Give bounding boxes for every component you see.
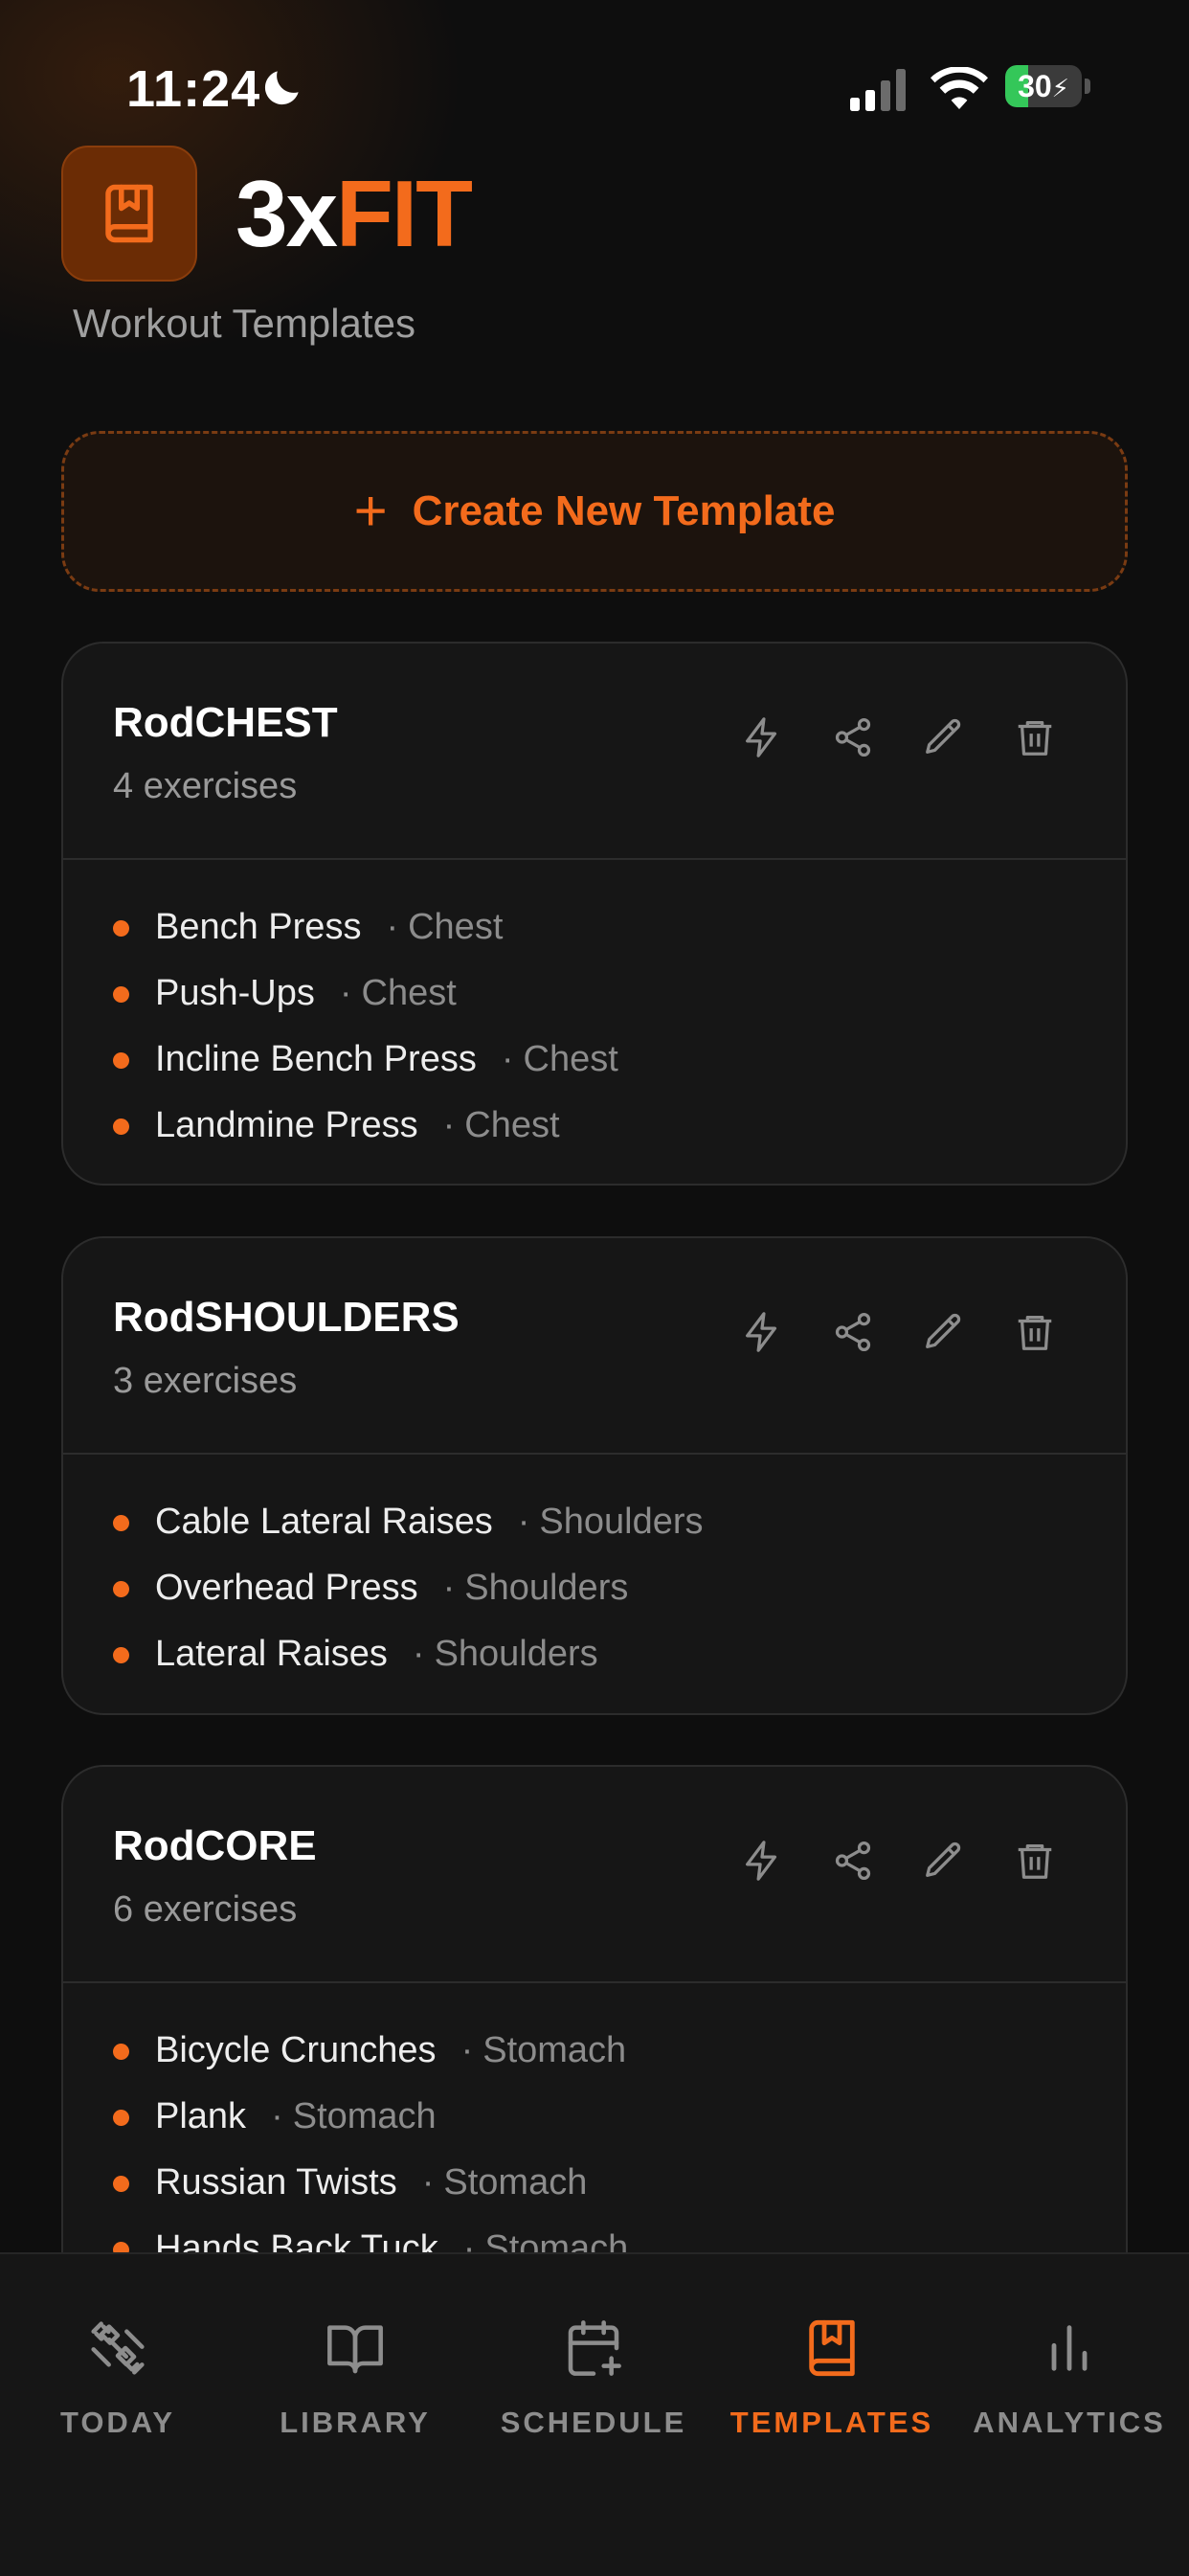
exercise-list: Bench Press · Chest Push-Ups · Chest Incline…	[63, 860, 1126, 1159]
status-time: 11:24	[126, 60, 261, 118]
create-template-label: Create New Template	[412, 487, 836, 534]
nav-label-analytics: ANALYTICS	[973, 2406, 1166, 2439]
share-icon	[835, 1841, 871, 1881]
quick-start-button[interactable]	[731, 707, 793, 768]
template-exercise-count: 6 exercises	[113, 1889, 298, 1930]
bullet-dot	[113, 2044, 129, 2060]
bullet-dot	[113, 1515, 129, 1531]
nav-item-templates[interactable]: TEMPLATES	[712, 2317, 952, 2440]
template-card-chest[interactable]: RodCHEST 4 exercises Bench Press · Chest P…	[61, 642, 1128, 1186]
template-card-header: RodCORE 6 exercises	[63, 1767, 1126, 1983]
nav-item-library[interactable]: LIBRARY	[236, 2317, 475, 2440]
nav-label-templates: TEMPLATES	[729, 2406, 934, 2439]
share-icon	[835, 1312, 871, 1352]
trash-icon	[1018, 721, 1052, 756]
nav-label-schedule: SCHEDULE	[500, 2406, 687, 2439]
pencil-icon	[926, 1313, 961, 1348]
bullet-dot	[113, 1581, 129, 1597]
list-item: Russian Twists · Stomach	[63, 2150, 1126, 2216]
nav-item-today[interactable]: TODAY	[0, 2317, 237, 2440]
lightning-icon	[746, 717, 777, 757]
edit-button[interactable]	[913, 1830, 975, 1891]
list-item: Plank · Stomach	[63, 2084, 1126, 2150]
signal-icon	[850, 69, 906, 111]
exercise-list: Bicycle Crunches · Stomach Plank · Stomach R…	[63, 1983, 1126, 2282]
nav-item-schedule[interactable]: SCHEDULE	[474, 2317, 713, 2440]
bottom-nav: TODAY LIBRARY SCHEDULE TEMPLATES ANALYTI…	[0, 2252, 1189, 2576]
bar-chart-icon	[1051, 2325, 1088, 2371]
moon-icon	[264, 71, 299, 105]
template-name: RodSHOULDERS	[113, 1294, 460, 1341]
list-item: Lateral Raises · Shoulders	[63, 1621, 1126, 1687]
share-button[interactable]	[822, 1830, 884, 1891]
quick-start-button[interactable]	[731, 1301, 793, 1363]
app-title: 3xFIT	[236, 161, 473, 266]
bullet-dot	[113, 1119, 129, 1135]
quick-start-button[interactable]	[731, 1830, 793, 1891]
calendar-plus-icon	[568, 2320, 621, 2376]
list-item: Bench Press · Chest	[63, 894, 1126, 960]
pencil-icon	[926, 718, 961, 754]
delete-button[interactable]	[1004, 707, 1066, 768]
bullet-dot	[113, 1052, 129, 1069]
list-item: Incline Bench Press · Chest	[63, 1027, 1126, 1093]
template-card-header: RodSHOULDERS 3 exercises	[63, 1238, 1126, 1455]
list-item: Cable Lateral Raises · Shoulders	[63, 1489, 1126, 1555]
wifi-icon	[931, 67, 988, 109]
edit-button[interactable]	[913, 1301, 975, 1363]
app-title-suffix: FIT	[336, 161, 473, 266]
bullet-dot	[113, 920, 129, 937]
share-icon	[835, 717, 871, 757]
lightning-icon	[746, 1841, 777, 1881]
app-title-prefix: 3x	[236, 161, 338, 266]
page-subtitle: Workout Templates	[73, 301, 415, 346]
app-logo	[61, 146, 197, 282]
delete-button[interactable]	[1004, 1830, 1066, 1891]
template-card-header: RodCHEST 4 exercises	[63, 644, 1126, 860]
delete-button[interactable]	[1004, 1301, 1066, 1363]
trash-icon	[1018, 1316, 1052, 1350]
list-item: Push-Ups · Chest	[63, 960, 1126, 1027]
exercise-list: Cable Lateral Raises · Shoulders Overhead …	[63, 1455, 1126, 1687]
bullet-dot	[113, 986, 129, 1003]
nav-label-library: LIBRARY	[280, 2406, 431, 2439]
nav-item-analytics[interactable]: ANALYTICS	[950, 2317, 1189, 2440]
nav-label-today: TODAY	[59, 2406, 176, 2439]
template-exercise-count: 4 exercises	[113, 766, 298, 806]
template-exercise-count: 3 exercises	[113, 1361, 298, 1401]
create-template-button[interactable]: + Create New Template	[61, 431, 1128, 592]
bullet-dot	[113, 2176, 129, 2192]
list-item: Landmine Press · Chest	[63, 1093, 1126, 1159]
book-bookmark-icon	[105, 184, 153, 243]
template-name: RodCHEST	[113, 699, 338, 746]
battery-percent: 30	[1018, 69, 1052, 103]
trash-icon	[1018, 1844, 1052, 1879]
template-name: RodCORE	[113, 1822, 317, 1869]
book-bookmark-icon	[809, 2319, 855, 2377]
battery-icon: 30⚡	[1005, 65, 1091, 109]
edit-button[interactable]	[913, 707, 975, 768]
plus-icon: +	[353, 479, 388, 543]
list-item: Bicycle Crunches · Stomach	[63, 2018, 1126, 2084]
list-item: Overhead Press · Shoulders	[63, 1555, 1126, 1621]
template-card-shoulders[interactable]: RodSHOULDERS 3 exercises Cable Lateral R…	[61, 1236, 1128, 1715]
dumbbell-icon	[91, 2321, 145, 2375]
bullet-dot	[113, 2110, 129, 2126]
share-button[interactable]	[822, 707, 884, 768]
open-book-icon	[327, 2325, 383, 2374]
pencil-icon	[926, 1842, 961, 1877]
lightning-icon	[746, 1312, 777, 1352]
bullet-dot	[113, 1647, 129, 1663]
share-button[interactable]	[822, 1301, 884, 1363]
